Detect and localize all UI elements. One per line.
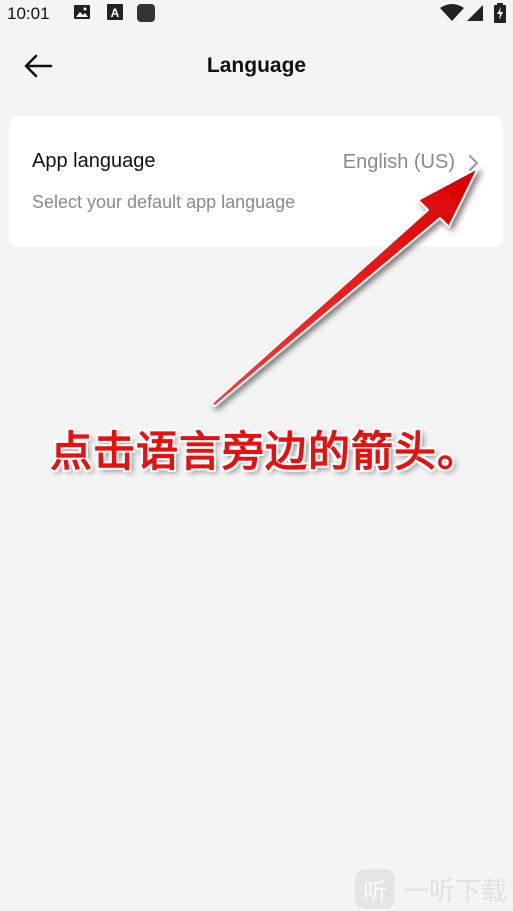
watermark-logo: 听 [354, 869, 395, 909]
status-bar: 10:01 A [0, 0, 513, 28]
chevron-right-icon[interactable] [465, 154, 481, 172]
setting-value: English (US) [342, 151, 455, 173]
status-time: 10:01 [7, 4, 50, 23]
signal-icon [466, 4, 484, 27]
font-icon: A [106, 3, 124, 26]
app-language-setting[interactable]: App language Select your default app lan… [9, 116, 503, 247]
wifi-icon [440, 4, 464, 27]
header: Language [0, 40, 513, 94]
square-icon [136, 3, 156, 28]
setting-subtitle: Select your default app language [32, 192, 296, 212]
page-title: Language [206, 54, 307, 77]
watermark: 听 一听下载 [354, 869, 507, 909]
annotation-caption: 点击语言旁边的箭头。 [50, 427, 481, 476]
battery-charging-icon [494, 3, 506, 28]
setting-title: App language [32, 150, 156, 172]
watermark-text: 一听下载 [402, 876, 507, 907]
gallery-icon [73, 3, 91, 26]
svg-text:A: A [111, 6, 120, 20]
